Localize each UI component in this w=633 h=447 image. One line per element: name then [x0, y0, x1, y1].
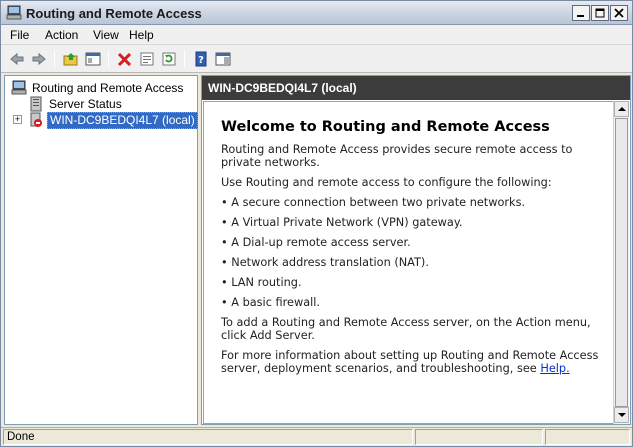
action-pane-icon — [215, 52, 231, 66]
status-pane-2 — [415, 429, 543, 445]
rras-root-icon — [11, 80, 27, 96]
close-button[interactable] — [610, 5, 628, 21]
tree-item-local-server[interactable]: WIN-DC9BEDQI4L7 (local) — [28, 111, 198, 129]
minimize-icon — [577, 15, 584, 17]
scroll-thumb[interactable] — [615, 118, 628, 407]
title-bar[interactable]: Routing and Remote Access — [1, 1, 632, 25]
feature-bullet: • A Dial-up remote access server. — [221, 236, 411, 249]
feature-bullet: • LAN routing. — [221, 276, 302, 289]
minimize-button[interactable] — [572, 5, 590, 21]
details-pane: WIN-DC9BEDQI4L7 (local) Welcome to Routi… — [201, 75, 631, 425]
status-text: Done — [3, 429, 413, 445]
scroll-down-icon — [617, 413, 626, 417]
menu-bar: File Action View Help — [1, 25, 632, 45]
feature-bullet: • A secure connection between two privat… — [221, 196, 526, 209]
tree-root[interactable]: Routing and Remote Access — [11, 80, 185, 96]
toolbar-separator — [184, 50, 185, 68]
tree-item-label: WIN-DC9BEDQI4L7 (local) — [47, 111, 198, 129]
delete-x-icon — [117, 52, 132, 67]
welcome-intro: Routing and Remote Access provides secur… — [221, 143, 573, 169]
show-hide-action-pane-button[interactable] — [213, 49, 233, 69]
tree-item-label: Server Status — [49, 96, 122, 111]
window-title: Routing and Remote Access — [26, 6, 202, 21]
refresh-button[interactable] — [159, 49, 179, 69]
forward-arrow-icon — [32, 52, 46, 66]
tree-root-label: Routing and Remote Access — [32, 80, 184, 95]
welcome-panel: Welcome to Routing and Remote Access Rou… — [203, 101, 615, 424]
delete-button[interactable] — [115, 49, 135, 69]
welcome-use-line: Use Routing and remote access to configu… — [221, 176, 552, 189]
maximize-icon — [595, 8, 605, 18]
menu-view[interactable]: View — [93, 28, 119, 42]
console-tree: Routing and Remote Access Server Status … — [4, 75, 198, 425]
scroll-up-button[interactable] — [614, 101, 629, 117]
rras-app-icon — [6, 5, 22, 21]
menu-help[interactable]: Help — [129, 28, 154, 42]
menu-action[interactable]: Action — [45, 28, 78, 42]
feature-bullet: • A Virtual Private Network (VPN) gatewa… — [221, 216, 463, 229]
help-button[interactable]: ? — [191, 49, 211, 69]
server-status-icon — [28, 96, 44, 112]
forward-button[interactable] — [29, 49, 49, 69]
app-window: Routing and Remote Access File Action Vi… — [0, 0, 633, 447]
welcome-text: Welcome to Routing and Remote Access Rou… — [221, 118, 606, 382]
add-server-instructions: To add a Routing and Remote Access serve… — [221, 316, 591, 342]
help-book-icon: ? — [195, 51, 207, 67]
scroll-down-button[interactable] — [614, 407, 629, 423]
feature-bullet: • A basic firewall. — [221, 296, 320, 309]
refresh-icon — [162, 52, 176, 66]
scroll-up-icon — [617, 107, 626, 111]
help-link[interactable]: Help. — [540, 362, 569, 375]
tree-item-server-status[interactable]: Server Status — [28, 96, 124, 112]
toolbar: ? — [1, 45, 632, 73]
maximize-button[interactable] — [591, 5, 609, 21]
toolbar-separator — [108, 50, 109, 68]
back-button[interactable] — [7, 49, 27, 69]
close-icon — [614, 8, 624, 18]
console-tree-icon — [85, 52, 101, 66]
tree-expand-toggle[interactable]: + — [13, 115, 22, 124]
vertical-scrollbar[interactable] — [613, 101, 629, 424]
details-header: WIN-DC9BEDQI4L7 (local) — [202, 76, 630, 100]
folder-up-icon — [63, 53, 78, 66]
up-one-level-button[interactable] — [61, 49, 81, 69]
server-down-icon — [28, 112, 44, 128]
window-controls — [572, 5, 628, 21]
menu-file[interactable]: File — [10, 28, 29, 42]
feature-bullet: • Network address translation (NAT). — [221, 256, 429, 269]
back-arrow-icon — [10, 52, 24, 66]
show-hide-console-tree-button[interactable] — [83, 49, 103, 69]
welcome-title: Welcome to Routing and Remote Access — [221, 119, 550, 135]
more-info-text: For more information about setting up Ro… — [221, 349, 606, 375]
properties-icon — [140, 52, 154, 66]
status-bar: Done — [1, 427, 632, 446]
status-pane-3 — [545, 429, 630, 445]
svg-text:?: ? — [198, 55, 204, 66]
properties-button[interactable] — [137, 49, 157, 69]
toolbar-separator — [54, 50, 55, 68]
